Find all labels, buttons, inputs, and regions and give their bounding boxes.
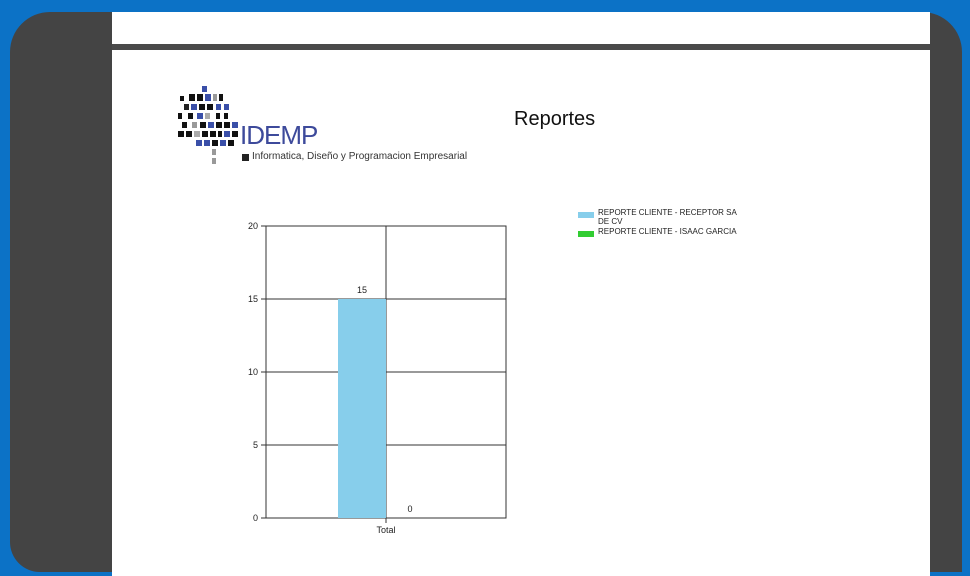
- legend-label-series-1: REPORTE CLIENTE - RECEPTOR SA DE CV: [598, 208, 737, 226]
- chart-legend: REPORTE CLIENTE - RECEPTOR SA DE CV REPO…: [578, 208, 778, 238]
- chart-plot: 0 5 10 15 20 15 0 Total: [248, 221, 507, 535]
- legend-swatch-series-2: [578, 231, 594, 237]
- logo-mosaic-icon: [178, 86, 238, 164]
- y-tick-label: 20: [248, 221, 258, 231]
- logo-brand-text: IDEMP: [240, 120, 318, 150]
- y-tick-label: 5: [253, 440, 258, 450]
- company-logo: IDEMP Informatica, Diseño y Programacion…: [176, 84, 476, 174]
- report-page: IDEMP Informatica, Diseño y Programacion…: [112, 12, 930, 576]
- legend-label-series-2: REPORTE CLIENTE - ISAAC GARCIA: [598, 227, 737, 236]
- data-label-series-2: 0: [407, 504, 412, 514]
- y-tick-label: 0: [253, 513, 258, 523]
- bar-chart: 0 5 10 15 20 15 0 Total REPORTE CLIENTE - RECEP…: [248, 208, 916, 548]
- page-divider-bar: [112, 44, 930, 50]
- x-tick-label: Total: [376, 525, 395, 535]
- legend-item-series-2: REPORTE CLIENTE - ISAAC GARCIA: [578, 227, 778, 237]
- legend-item-series-1: REPORTE CLIENTE - RECEPTOR SA DE CV: [578, 208, 778, 226]
- y-tick-label: 10: [248, 367, 258, 377]
- bar-series-1: [338, 299, 386, 518]
- y-tick-label: 15: [248, 294, 258, 304]
- logo-bullet-icon: [242, 154, 249, 161]
- data-label-series-1: 15: [357, 285, 367, 295]
- page-title: Reportes: [514, 108, 596, 130]
- legend-swatch-series-1: [578, 212, 594, 218]
- page-header-strip: [112, 12, 930, 44]
- logo-tagline: Informatica, Diseño y Programacion Empre…: [252, 151, 468, 162]
